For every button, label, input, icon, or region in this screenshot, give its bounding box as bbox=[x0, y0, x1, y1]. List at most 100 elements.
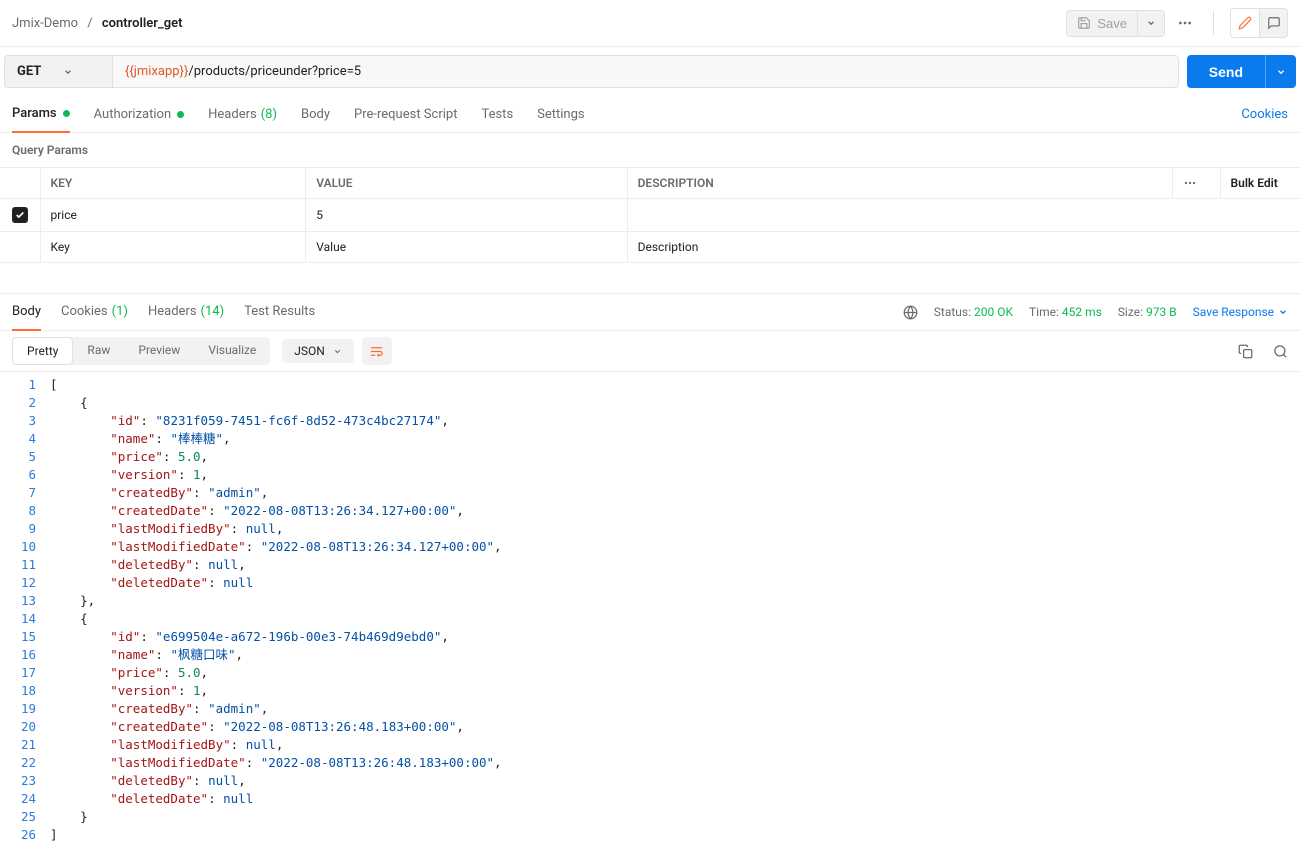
mode-toggle bbox=[1230, 8, 1288, 38]
status-value: 200 OK bbox=[974, 305, 1013, 319]
time-value: 452 ms bbox=[1062, 305, 1102, 319]
row-checkbox-cell bbox=[0, 232, 40, 263]
breadcrumb-sep: / bbox=[87, 16, 92, 31]
request-bar: GET {{jmixapp}}/products/priceunder?pric… bbox=[0, 47, 1300, 96]
tab-params[interactable]: Params bbox=[12, 96, 70, 133]
divider bbox=[1213, 11, 1214, 35]
rtab-headers-label: Headers bbox=[148, 304, 197, 320]
tab-authorization[interactable]: Authorization bbox=[94, 96, 185, 132]
dots-icon bbox=[1177, 15, 1193, 31]
code-content: [ { "id": "8231f059-7451-fc6f-8d52-473c4… bbox=[50, 376, 1300, 844]
status-dot bbox=[177, 111, 184, 118]
dots-icon bbox=[1183, 176, 1197, 190]
method-dropdown[interactable]: GET bbox=[5, 56, 113, 87]
param-value-cell[interactable]: 5 bbox=[306, 199, 627, 232]
th-key: KEY bbox=[40, 168, 306, 199]
tab-tests[interactable]: Tests bbox=[481, 96, 513, 132]
table-row: price 5 bbox=[0, 199, 1300, 232]
rtab-headers-count: (14) bbox=[201, 304, 225, 320]
bulk-edit-button[interactable]: Bulk Edit bbox=[1220, 168, 1300, 199]
table-row-new: Key Value Description bbox=[0, 232, 1300, 263]
breadcrumb-parent[interactable]: Jmix-Demo bbox=[12, 16, 78, 31]
breadcrumb: Jmix-Demo / controller_get bbox=[12, 16, 182, 31]
tab-prerequest[interactable]: Pre-request Script bbox=[354, 96, 457, 132]
line-gutter: 1234567891011121314151617181920212223242… bbox=[0, 376, 50, 844]
send-button[interactable]: Send bbox=[1187, 55, 1265, 88]
send-group: Send bbox=[1187, 55, 1296, 88]
check-icon bbox=[15, 210, 25, 220]
tab-headers-count: (8) bbox=[261, 107, 277, 122]
param-desc-cell[interactable] bbox=[627, 199, 1300, 232]
url-path: /products/priceunder?price=5 bbox=[188, 64, 361, 79]
tab-body[interactable]: Body bbox=[301, 96, 330, 132]
status-dot bbox=[63, 110, 70, 117]
tab-params-label: Params bbox=[12, 106, 57, 121]
rtab-cookies[interactable]: Cookies (1) bbox=[61, 294, 128, 330]
rtab-body[interactable]: Body bbox=[12, 294, 41, 331]
copy-button[interactable] bbox=[1238, 344, 1253, 359]
more-options-button[interactable] bbox=[1173, 11, 1197, 35]
save-button[interactable]: Save bbox=[1066, 10, 1138, 37]
comment-mode-button[interactable] bbox=[1259, 9, 1287, 37]
param-key-cell[interactable]: price bbox=[40, 199, 306, 232]
size-label: Size: bbox=[1118, 305, 1143, 319]
chevron-down-icon bbox=[63, 67, 73, 77]
params-table: KEY VALUE DESCRIPTION Bulk Edit price 5 … bbox=[0, 167, 1300, 263]
cookies-link[interactable]: Cookies bbox=[1241, 107, 1288, 122]
status-label: Status: bbox=[934, 305, 971, 319]
copy-icon bbox=[1238, 344, 1253, 359]
search-button[interactable] bbox=[1273, 344, 1288, 359]
rtab-testresults[interactable]: Test Results bbox=[244, 294, 315, 330]
wrap-lines-button[interactable] bbox=[362, 337, 392, 365]
view-raw[interactable]: Raw bbox=[73, 337, 124, 365]
chevron-down-icon bbox=[1278, 307, 1288, 317]
comment-icon bbox=[1267, 16, 1281, 30]
send-dropdown[interactable] bbox=[1265, 55, 1296, 88]
tab-headers[interactable]: Headers (8) bbox=[208, 96, 277, 132]
param-key-input[interactable]: Key bbox=[40, 232, 306, 263]
save-group: Save bbox=[1066, 10, 1165, 37]
param-value-input[interactable]: Value bbox=[306, 232, 627, 263]
th-checkbox bbox=[0, 168, 40, 199]
save-response-label: Save Response bbox=[1193, 305, 1274, 319]
row-checkbox-cell[interactable] bbox=[0, 199, 40, 232]
tab-settings[interactable]: Settings bbox=[537, 96, 584, 132]
view-preview[interactable]: Preview bbox=[124, 337, 194, 365]
checkbox-checked bbox=[12, 207, 28, 223]
method-label: GET bbox=[17, 64, 41, 79]
response-tabs: Body Cookies (1) Headers (14) Test Resul… bbox=[0, 293, 1300, 330]
header-actions: Save bbox=[1066, 8, 1288, 38]
response-tabs-left: Body Cookies (1) Headers (14) Test Resul… bbox=[12, 294, 315, 330]
th-options[interactable] bbox=[1172, 168, 1220, 199]
format-label: JSON bbox=[294, 344, 325, 358]
chevron-down-icon bbox=[1146, 18, 1156, 28]
body-toolbar: Pretty Raw Preview Visualize JSON bbox=[0, 330, 1300, 372]
body-toolbar-left: Pretty Raw Preview Visualize JSON bbox=[12, 337, 392, 365]
url-input[interactable]: {{jmixapp}}/products/priceunder?price=5 bbox=[113, 56, 1178, 87]
format-dropdown[interactable]: JSON bbox=[282, 339, 354, 363]
edit-mode-button[interactable] bbox=[1231, 9, 1259, 37]
rtab-headers[interactable]: Headers (14) bbox=[148, 294, 224, 330]
url-group: GET {{jmixapp}}/products/priceunder?pric… bbox=[4, 55, 1179, 88]
time-block[interactable]: Time: 452 ms bbox=[1029, 305, 1102, 319]
save-label: Save bbox=[1097, 16, 1127, 31]
tab-headers-label: Headers bbox=[208, 107, 257, 122]
time-label: Time: bbox=[1029, 305, 1059, 319]
tab-auth-label: Authorization bbox=[94, 107, 172, 122]
view-visualize[interactable]: Visualize bbox=[194, 337, 270, 365]
globe-icon[interactable] bbox=[903, 305, 918, 320]
view-mode-group: Pretty Raw Preview Visualize bbox=[12, 337, 270, 365]
view-pretty[interactable]: Pretty bbox=[12, 337, 73, 365]
save-dropdown[interactable] bbox=[1138, 10, 1165, 37]
size-block[interactable]: Size: 973 B bbox=[1118, 305, 1177, 319]
rtab-cookies-count: (1) bbox=[112, 304, 128, 320]
response-body[interactable]: 1234567891011121314151617181920212223242… bbox=[0, 372, 1300, 848]
header-bar: Jmix-Demo / controller_get Save bbox=[0, 0, 1300, 47]
size-value: 973 B bbox=[1146, 305, 1177, 319]
body-toolbar-right bbox=[1238, 344, 1288, 359]
status-block[interactable]: Status: 200 OK bbox=[934, 305, 1013, 319]
param-desc-input[interactable]: Description bbox=[627, 232, 1300, 263]
wrap-icon bbox=[369, 344, 384, 359]
pencil-icon bbox=[1238, 16, 1252, 30]
save-response-button[interactable]: Save Response bbox=[1193, 305, 1288, 319]
